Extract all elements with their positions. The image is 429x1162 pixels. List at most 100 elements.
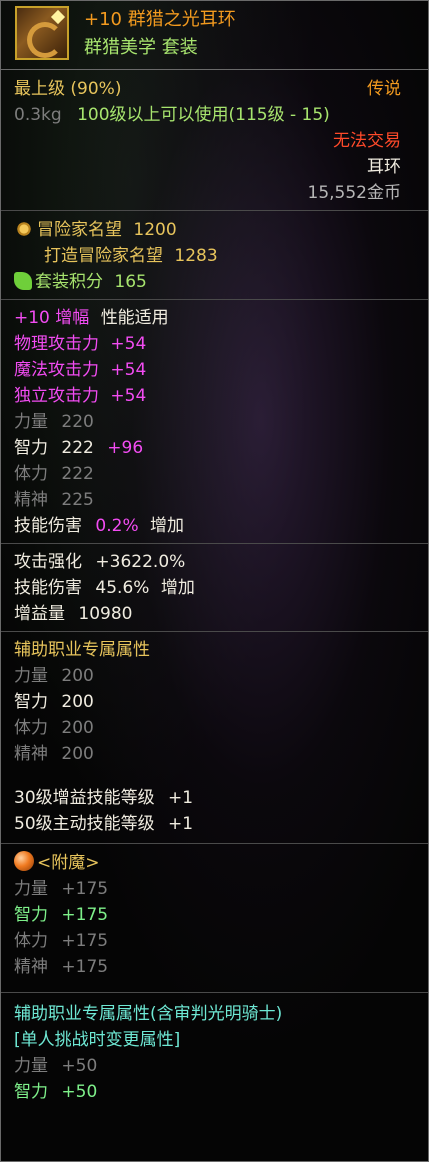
strength-label: 力量 [14, 1056, 48, 1076]
item-type: 耳环 [367, 157, 401, 177]
intelligence-value: +175 [61, 905, 109, 925]
intelligence-label: 智力 [14, 692, 48, 712]
item-grade: 最上级 (90%) [14, 79, 122, 99]
support-title: 辅助职业专属属性 [14, 637, 415, 663]
spirit-value: 225 [61, 490, 94, 510]
spirit-label: 精神 [14, 744, 48, 764]
intelligence-label: 智力 [14, 905, 48, 925]
spirit-value: +175 [61, 957, 109, 977]
weight-row: 0.3kg 100级以上可以使用(115级 - 15) [14, 102, 415, 128]
support-solo-title: 辅助职业专属属性(含审判光明骑士) [14, 1001, 415, 1027]
vitality-label: 体力 [14, 464, 48, 484]
intelligence-bonus: +96 [107, 438, 144, 458]
support-title-text: 辅助职业专属属性 [14, 640, 150, 660]
strength-value: +50 [61, 1056, 98, 1076]
amplify-level: +10 增幅 [14, 308, 90, 328]
strength-label: 力量 [14, 412, 48, 432]
vitality-value: 200 [61, 718, 94, 738]
attack-boost-label: 攻击强化 [14, 552, 82, 572]
enchant-title-text: <附魔> [37, 853, 100, 873]
vitality-value: 222 [61, 464, 94, 484]
intelligence-value: +50 [61, 1082, 98, 1102]
trade-status: 无法交易 [333, 131, 401, 151]
skill-damage-value: 45.6% [95, 578, 150, 598]
strength-value: +175 [61, 879, 109, 899]
stat-row: 体力 200 [14, 715, 415, 741]
stat-row: 力量 200 [14, 663, 415, 689]
trade-row: 无法交易 [14, 128, 415, 154]
skill-damage-suffix: 增加 [150, 516, 185, 536]
skill-damage-label: 技能伤害 [14, 516, 82, 536]
buff-power-label: 增益量 [14, 604, 65, 624]
vitality-label: 体力 [14, 931, 48, 951]
price-row: 15,552金币 [14, 180, 415, 206]
stat-row: 30级增益技能等级 +1 [14, 785, 415, 811]
enhance-section: 攻击强化 +3622.0% 技能伤害 45.6% 增加 增益量 10980 [1, 544, 428, 632]
set-points-value: 165 [114, 272, 147, 292]
stat-row: 物理攻击力 +54 [14, 331, 415, 357]
set-points-icon [14, 272, 32, 290]
fame-section: 冒险家名望 1200 打造冒险家名望 1283 套装积分 165 [1, 211, 428, 300]
support-section: 辅助职业专属属性 力量 200 智力 200 体力 200 精神 200 30级… [1, 632, 428, 844]
forged-fame-value: 1283 [174, 246, 218, 266]
stat-row: 50级主动技能等级 +1 [14, 811, 415, 837]
stat-row: 独立攻击力 +54 [14, 383, 415, 409]
stat-row: 体力 222 [14, 461, 415, 487]
independent-attack-value: +54 [110, 386, 147, 406]
stat-row: 智力 200 [14, 689, 415, 715]
stat-row: 攻击强化 +3622.0% [14, 549, 415, 575]
set-points-label: 套装积分 [35, 272, 103, 292]
stat-row: 魔法攻击力 +54 [14, 357, 415, 383]
support-solo-subtitle-text: [单人挑战时变更属性] [14, 1030, 181, 1050]
item-price: 15,552金币 [307, 183, 401, 203]
support-solo-subtitle: [单人挑战时变更属性] [14, 1027, 415, 1053]
stat-row: 力量 +50 [14, 1053, 415, 1079]
stat-row: 技能伤害 45.6% 增加 [14, 575, 415, 601]
stat-row: 力量 220 [14, 409, 415, 435]
fame-icon [14, 218, 34, 238]
buff-power-value: 10980 [78, 604, 133, 624]
spirit-label: 精神 [14, 490, 48, 510]
spirit-label: 精神 [14, 957, 48, 977]
attack-boost-value: +3622.0% [95, 552, 186, 572]
stat-row: 体力 +175 [14, 928, 415, 954]
item-rarity: 传说 [367, 79, 401, 99]
enchant-title: <附魔> [14, 850, 415, 876]
item-tooltip: +10 群猎之光耳环 群猎美学 套装 最上级 (90%) 传说 0.3kg 10… [0, 0, 429, 1162]
type-row: 耳环 [14, 154, 415, 180]
intelligence-value: 200 [61, 692, 94, 712]
item-name: +10 群猎之光耳环 [84, 9, 236, 30]
adventurer-fame-value: 1200 [133, 220, 177, 240]
stat-row: 精神 200 [14, 741, 415, 767]
strength-label: 力量 [14, 666, 48, 686]
item-header: +10 群猎之光耳环 群猎美学 套装 [1, 1, 428, 70]
stat-row: 智力 +175 [14, 902, 415, 928]
magic-attack-label: 魔法攻击力 [14, 360, 99, 380]
active-skill-level-value: +1 [168, 814, 194, 834]
skill-damage-value: 0.2% [95, 516, 139, 536]
support-solo-section: 辅助职业专属属性(含审判光明骑士) [单人挑战时变更属性] 力量 +50 智力 … [1, 993, 428, 1105]
intelligence-label: 智力 [14, 438, 48, 458]
set-points-row: 套装积分 165 [14, 269, 415, 295]
support-solo-title-text: 辅助职业专属属性(含审判光明骑士) [14, 1004, 283, 1024]
amplify-note: 性能适用 [100, 308, 169, 328]
adventurer-fame-row: 冒险家名望 1200 [14, 217, 415, 243]
skill-damage-suffix: 增加 [160, 578, 195, 598]
spirit-value: 200 [61, 744, 94, 764]
item-weight: 0.3kg [14, 105, 62, 125]
vitality-label: 体力 [14, 718, 48, 738]
strength-label: 力量 [14, 879, 48, 899]
enchant-orb-icon [14, 851, 34, 871]
intelligence-label: 智力 [14, 1082, 48, 1102]
forged-fame-label: 打造冒险家名望 [44, 246, 163, 266]
stat-row: 技能伤害 0.2% 增加 [14, 513, 415, 539]
stat-row: 精神 +175 [14, 954, 415, 980]
magic-attack-value: +54 [110, 360, 147, 380]
independent-attack-label: 独立攻击力 [14, 386, 99, 406]
strength-value: 200 [61, 666, 94, 686]
stat-row: 力量 +175 [14, 876, 415, 902]
stat-row: 智力 222 +96 [14, 435, 415, 461]
vitality-value: +175 [61, 931, 109, 951]
forged-fame-row: 打造冒险家名望 1283 [14, 243, 415, 269]
buff-skill-level-value: +1 [168, 788, 194, 808]
